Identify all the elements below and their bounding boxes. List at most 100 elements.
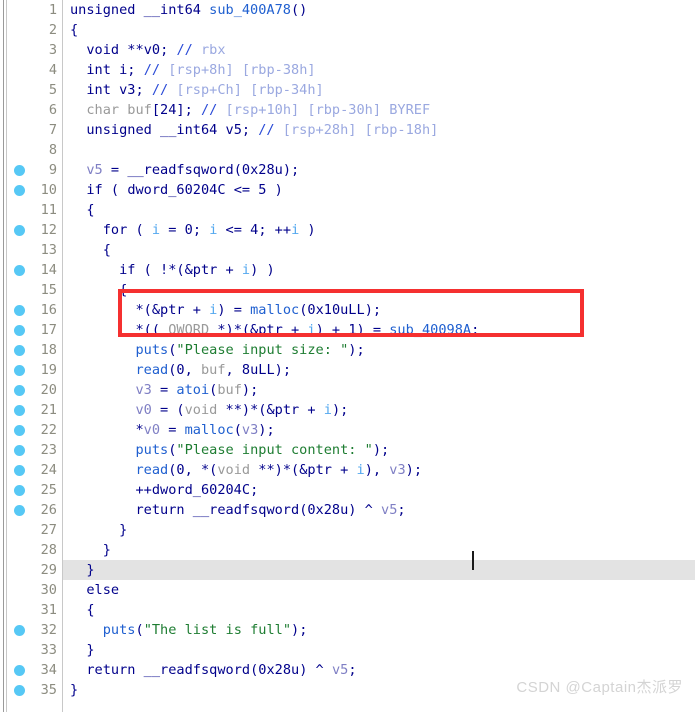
code-text[interactable]: *(&ptr + i) = malloc(0x10uLL);	[70, 300, 381, 320]
line-number: 27	[40, 522, 57, 538]
code-text[interactable]: {	[70, 600, 94, 620]
code-line[interactable]: 29 }	[0, 560, 695, 580]
code-line[interactable]: 15 {	[0, 280, 695, 300]
code-text[interactable]: v5 = __readfsqword(0x28u);	[70, 160, 299, 180]
code-token: 0x28u	[241, 162, 283, 178]
code-text[interactable]: return __readfsqword(0x28u) ^ v5;	[70, 660, 356, 680]
code-line[interactable]: 3 void **v0; // rbx	[0, 40, 695, 60]
code-line[interactable]: 9 v5 = __readfsqword(0x28u);	[0, 160, 695, 180]
code-text[interactable]: {	[70, 200, 94, 220]
code-text[interactable]: v3 = atoi(buf);	[70, 380, 258, 400]
code-text[interactable]: {	[70, 20, 78, 40]
code-text[interactable]: }	[70, 560, 94, 580]
code-text[interactable]: }	[70, 520, 127, 540]
code-text[interactable]: if ( dword_60204C <= 5 )	[70, 180, 282, 200]
code-line[interactable]: 7 unsigned __int64 v5; // [rsp+28h] [rbp…	[0, 120, 695, 140]
code-line[interactable]: 16 *(&ptr + i) = malloc(0x10uLL);	[0, 300, 695, 320]
code-token: i	[356, 462, 365, 478]
code-text[interactable]: *((_QWORD *)*(&ptr + i) + 1) = sub_40098…	[70, 320, 479, 340]
code-text[interactable]: ++dword_60204C;	[70, 480, 258, 500]
code-line[interactable]: 22 *v0 = malloc(v3);	[0, 420, 695, 440]
code-line[interactable]: 20 v3 = atoi(buf);	[0, 380, 695, 400]
line-number: 35	[40, 682, 57, 698]
code-text[interactable]: {	[70, 280, 127, 300]
code-token: puts	[135, 342, 169, 358]
code-line[interactable]: 4 int i; // [rsp+8h] [rbp-38h]	[0, 60, 695, 80]
code-line[interactable]: 18 puts("Please input size: ");	[0, 340, 695, 360]
code-line[interactable]: 32 puts("The list is full");	[0, 620, 695, 640]
code-text[interactable]: read(0, *(void **)*(&ptr + i), v3);	[70, 460, 422, 480]
code-token: ;	[250, 482, 259, 498]
code-line[interactable]: 5 int v3; // [rsp+Ch] [rbp-34h]	[0, 80, 695, 100]
code-line[interactable]: 30 else	[0, 580, 695, 600]
code-line[interactable]: 17 *((_QWORD *)*(&ptr + i) + 1) = sub_40…	[0, 320, 695, 340]
code-line[interactable]: 2{	[0, 20, 695, 40]
code-line[interactable]: 21 v0 = (void **)*(&ptr + i);	[0, 400, 695, 420]
code-text[interactable]: void **v0; // rbx	[70, 40, 225, 60]
code-line[interactable]: 13 {	[0, 240, 695, 260]
code-token: ,	[184, 362, 201, 378]
code-line[interactable]: 27 }	[0, 520, 695, 540]
code-text[interactable]: if ( !*(&ptr + i) )	[70, 260, 275, 280]
code-token: v3;	[110, 82, 152, 98]
code-text[interactable]: *v0 = malloc(v3);	[70, 420, 274, 440]
code-token: 0x28u	[307, 502, 349, 518]
code-text[interactable]: return __readfsqword(0x28u) ^ v5;	[70, 500, 406, 520]
code-token: ) =	[356, 322, 390, 338]
code-text[interactable]: char buf[24]; // [rsp+10h] [rbp-30h] BYR…	[70, 100, 430, 120]
code-line[interactable]: 8	[0, 140, 695, 160]
code-token: **)*(&	[250, 462, 308, 478]
code-token: return	[86, 662, 136, 678]
code-text[interactable]: }	[70, 680, 78, 700]
code-line[interactable]: 34 return __readfsqword(0x28u) ^ v5;	[0, 660, 695, 680]
code-token: ptr	[160, 302, 185, 318]
line-number: 8	[48, 142, 57, 158]
code-line[interactable]: 24 read(0, *(void **)*(&ptr + i), v3);	[0, 460, 695, 480]
line-number: 32	[40, 622, 57, 638]
code-line[interactable]: 19 read(0, buf, 8uLL);	[0, 360, 695, 380]
code-text[interactable]: v0 = (void **)*(&ptr + i);	[70, 400, 348, 420]
pseudocode-editor[interactable]: 1 unsigned __int64 sub_400A78() 2{3 void *…	[0, 0, 695, 712]
code-token: );	[274, 362, 292, 378]
code-line-list[interactable]: 1 unsigned __int64 sub_400A78() 2{3 void *…	[0, 0, 695, 700]
code-token: buf	[217, 382, 242, 398]
code-token: atoi	[176, 382, 210, 398]
code-text[interactable]: puts("The list is full");	[70, 620, 308, 640]
code-token: ptr	[274, 402, 300, 418]
code-text[interactable]: int v3; // [rsp+Ch] [rbp-34h]	[70, 80, 323, 100]
code-text[interactable]: read(0, buf, 8uLL);	[70, 360, 291, 380]
code-text[interactable]: for ( i = 0; i <= 4; ++i )	[70, 220, 316, 240]
code-line[interactable]: 33 }	[0, 640, 695, 660]
code-token: [rsp+10h] [rbp-30h]	[217, 102, 390, 118]
code-line[interactable]: 28 }	[0, 540, 695, 560]
code-text[interactable]: puts("Please input content: ");	[70, 440, 389, 460]
code-token: (	[102, 182, 128, 198]
code-text[interactable]: {	[70, 240, 111, 260]
code-line[interactable]: 23 puts("Please input content: ");	[0, 440, 695, 460]
code-text[interactable]: unsigned __int64 sub_400A78()	[70, 0, 307, 20]
code-line[interactable]: 31 {	[0, 600, 695, 620]
code-text[interactable]: puts("Please input size: ");	[70, 340, 364, 360]
code-token: ;	[397, 502, 406, 518]
code-line[interactable]: 12 for ( i = 0; i <= 4; ++i )	[0, 220, 695, 240]
code-text[interactable]: }	[70, 540, 111, 560]
code-text[interactable]: int i; // [rsp+8h] [rbp-38h]	[70, 60, 315, 80]
line-number: 26	[40, 502, 57, 518]
code-text[interactable]: }	[70, 640, 94, 660]
code-line[interactable]: 14 if ( !*(&ptr + i) )	[0, 260, 695, 280]
code-text[interactable]: else	[70, 580, 119, 600]
code-line[interactable]: 26 return __readfsqword(0x28u) ^ v5;	[0, 500, 695, 520]
code-line[interactable]: 6 char buf[24]; // [rsp+10h] [rbp-30h] B…	[0, 100, 695, 120]
code-line[interactable]: 10 if ( dword_60204C <= 5 )	[0, 180, 695, 200]
code-line[interactable]: 11 {	[0, 200, 695, 220]
code-token: {	[70, 282, 128, 298]
code-text[interactable]: unsigned __int64 v5; // [rsp+28h] [rbp-1…	[70, 120, 438, 140]
code-line[interactable]: 1 unsigned __int64 sub_400A78()	[0, 0, 695, 20]
code-line[interactable]: 25 ++dword_60204C;	[0, 480, 695, 500]
code-token: , *(	[184, 462, 218, 478]
